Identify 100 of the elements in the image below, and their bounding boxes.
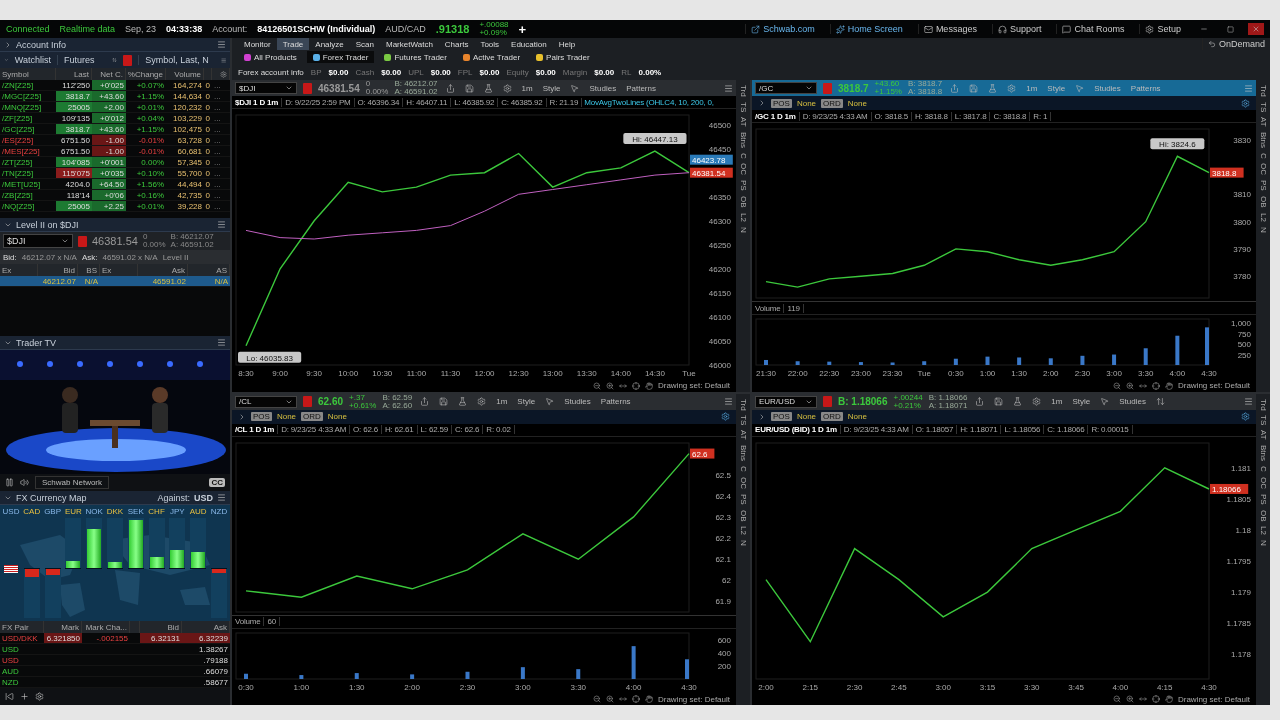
trader-tab[interactable]: All Products [238, 51, 303, 63]
column-header[interactable]: Ex [100, 264, 138, 276]
menu-tab[interactable]: Charts [438, 38, 475, 50]
side-tab[interactable]: TS [1258, 415, 1268, 426]
symbol-cell[interactable]: /ES[Z25] [0, 135, 56, 146]
side-tab[interactable]: OB [1258, 509, 1268, 522]
column-header[interactable]: BS [78, 264, 100, 276]
pan-icon[interactable] [618, 381, 627, 390]
side-tab[interactable]: N [738, 540, 748, 546]
add-icon[interactable] [20, 692, 29, 701]
header-link[interactable]: Messages [917, 24, 982, 34]
save-button[interactable] [967, 83, 981, 93]
dropdown-icon[interactable] [61, 237, 69, 245]
symbol-field[interactable]: /GC [755, 82, 817, 94]
side-tab[interactable]: Btns [1258, 131, 1268, 148]
column-header[interactable]: Ask [138, 264, 188, 276]
menu-icon[interactable] [217, 493, 226, 502]
side-tab[interactable]: Btns [738, 131, 748, 148]
menu-tab[interactable]: Scan [349, 38, 380, 50]
zoom-out-icon[interactable] [1112, 381, 1121, 390]
column-header[interactable]: Ask [182, 621, 230, 633]
side-tab[interactable]: AT [738, 116, 748, 127]
hand-icon[interactable] [1164, 695, 1173, 703]
expand-icon[interactable] [4, 40, 12, 49]
crosshair-icon[interactable] [1151, 695, 1160, 703]
menu-tab[interactable]: Analyze [309, 38, 350, 50]
menu-icon[interactable] [724, 397, 733, 406]
menu-tab[interactable]: Help [552, 38, 582, 50]
volume-icon[interactable] [20, 478, 29, 487]
symbol-cell[interactable]: /MET[U25] [0, 179, 56, 190]
watchlist-select[interactable]: Futures [56, 55, 101, 65]
settings-icon[interactable] [35, 692, 44, 701]
drawing-set-label[interactable]: Drawing set: Default [1177, 381, 1250, 390]
side-tab[interactable]: PS [1258, 180, 1268, 192]
header-link[interactable]: Chat Rooms [1056, 24, 1130, 34]
column-header[interactable]: Net C. [92, 68, 126, 80]
trader-tab[interactable]: Active Trader [456, 51, 527, 63]
symbol-cell[interactable]: /ZN[Z25] [0, 80, 56, 91]
side-tab[interactable]: N [1258, 226, 1268, 233]
side-tab[interactable]: OC [1258, 476, 1268, 489]
column-header[interactable]: Symbol [0, 68, 56, 80]
menu-tab[interactable]: Education [505, 38, 553, 50]
captions-button[interactable]: CC [209, 478, 225, 487]
hand-icon[interactable] [644, 381, 653, 390]
crosshair-icon[interactable] [631, 695, 640, 703]
side-tab[interactable]: AT [1258, 430, 1268, 441]
column-header[interactable]: Ex [0, 264, 38, 276]
symbol-cell[interactable]: /ZF[Z25] [0, 113, 56, 124]
account-name[interactable]: 84126501SCHW (Individual) [257, 24, 376, 34]
side-tab[interactable]: Trd [1258, 85, 1268, 97]
link-flag-icon[interactable] [303, 82, 312, 94]
expand-icon[interactable] [758, 99, 766, 107]
column-header[interactable]: Bid [140, 621, 182, 633]
side-tab[interactable]: AT [738, 430, 748, 441]
dropdown-icon[interactable] [805, 84, 813, 92]
column-header[interactable]: Volume [166, 68, 204, 80]
style-button[interactable]: Style [540, 83, 563, 93]
interval-button[interactable]: 1m [1049, 397, 1065, 406]
side-tab[interactable]: TS [1258, 101, 1268, 112]
pair-cell[interactable]: USD [0, 644, 44, 655]
hand-icon[interactable] [1164, 381, 1173, 390]
menu-icon[interactable] [217, 40, 226, 49]
column-header[interactable]: Last [56, 68, 92, 80]
pan-icon[interactable] [1138, 381, 1147, 390]
link-flag-icon[interactable] [78, 235, 87, 247]
section-title[interactable]: FX Currency Map [16, 492, 87, 503]
first-icon[interactable] [5, 692, 14, 701]
side-tab[interactable]: Trd [1258, 398, 1268, 411]
expand-icon[interactable] [238, 412, 246, 421]
section-title[interactable]: Watchlist [14, 55, 51, 65]
side-tab[interactable]: N [1258, 540, 1268, 546]
drawing-set-label[interactable]: Drawing set: Default [657, 694, 730, 704]
menu-tab[interactable]: Monitor [238, 38, 277, 50]
side-tab[interactable]: L2 [738, 212, 748, 222]
channel-select[interactable]: Schwab Network [35, 476, 110, 489]
side-tab[interactable]: OC [738, 476, 748, 489]
column-header[interactable]: Bid [38, 264, 78, 276]
symbol-field[interactable]: $DJI [235, 82, 297, 94]
side-tab[interactable]: C [1258, 152, 1268, 159]
side-tab[interactable]: N [738, 226, 748, 233]
save-button[interactable] [992, 397, 1006, 406]
pair-cell[interactable]: AUD [0, 666, 44, 677]
side-tab[interactable]: TS [738, 101, 748, 112]
menu-icon[interactable] [724, 83, 733, 93]
menu-icon[interactable] [1244, 83, 1253, 93]
side-tab[interactable]: Btns [738, 445, 748, 462]
expand-icon[interactable] [758, 412, 766, 421]
side-tab[interactable]: L2 [738, 526, 748, 535]
pause-icon[interactable] [5, 478, 14, 487]
section-title[interactable]: Trader TV [16, 337, 56, 348]
side-tab[interactable]: Trd [738, 85, 748, 97]
side-tab[interactable]: OB [738, 509, 748, 522]
link-flag-icon[interactable] [123, 54, 133, 66]
settings-icon[interactable] [1241, 412, 1250, 421]
pan-icon[interactable] [1138, 695, 1147, 703]
interval-button[interactable]: 1m [494, 397, 510, 406]
studies-button[interactable]: Studies [1117, 397, 1148, 406]
side-tab[interactable]: L2 [1258, 212, 1268, 222]
column-header[interactable]: Mark [44, 621, 82, 633]
style-button[interactable]: Style [1070, 397, 1093, 406]
